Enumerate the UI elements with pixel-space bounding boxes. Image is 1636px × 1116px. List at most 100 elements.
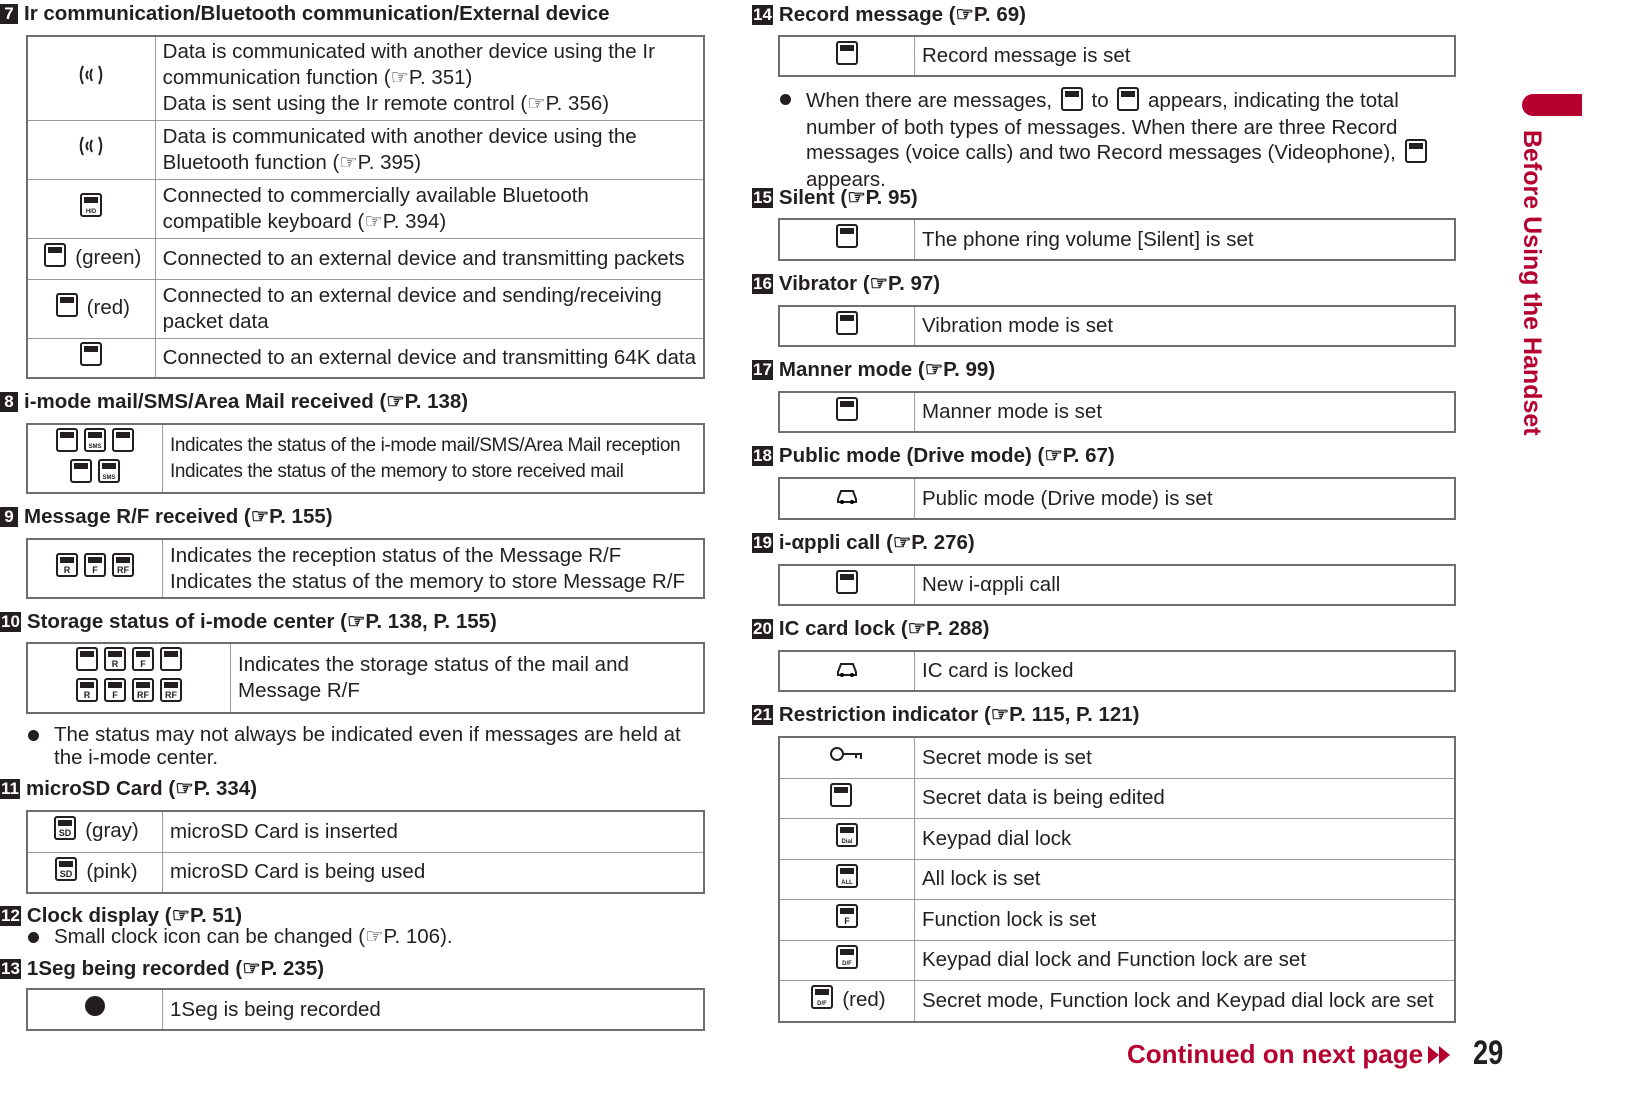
- section-number-marker: 18: [752, 445, 773, 466]
- description-line: packet data: [162, 309, 269, 333]
- description-cell: Indicates the reception status of the Me…: [162, 538, 705, 599]
- icon-cell: (red): [26, 278, 156, 339]
- icon-cell: R F R F RF RF: [26, 642, 231, 714]
- description-cell: Vibration mode is set: [914, 305, 1456, 347]
- silent-icon: [835, 224, 859, 255]
- icon-color-note: (red): [842, 988, 886, 1012]
- description-line: IC card is locked: [922, 659, 1074, 682]
- description-line: Public mode (Drive mode) is set: [922, 486, 1213, 510]
- function-lock-icon: F: [835, 904, 859, 935]
- message-r-icon: R: [55, 553, 79, 584]
- description-line: Secret data is being edited: [922, 786, 1165, 809]
- svg-text:F: F: [140, 659, 146, 669]
- center-mail-icon: [75, 647, 99, 678]
- description-line: Connected to an external device and tran…: [162, 345, 696, 369]
- description-cell: Connected to commercially available Blue…: [154, 178, 705, 239]
- svg-text:D/F: D/F: [818, 1001, 828, 1007]
- bullet-line: When there are messages, to appears, ind…: [806, 87, 1430, 116]
- icon-table: SMS SMS Indicates the status of the i-mode…: [26, 423, 705, 494]
- center-r-icon: R: [103, 647, 127, 678]
- description-cell: Indicates the storage status of the mail…: [230, 642, 705, 714]
- svg-text:R: R: [84, 690, 91, 700]
- section-side-label: Before Using the Handset: [1508, 130, 1548, 490]
- description-cell: microSD Card is being used: [162, 851, 705, 894]
- table-row: Data is communicated with another device…: [26, 119, 705, 180]
- secret-data-edit-icon: [829, 782, 865, 814]
- table-row: D/F (red) Secret mode, Function lock and K…: [778, 979, 1456, 1023]
- table-row: (green) Connected to an external device a…: [26, 237, 705, 280]
- bullet-line: messages (voice calls) and two Record me…: [806, 139, 1430, 168]
- bullet-note: Small clock icon can be changed (☞P. 106…: [28, 925, 453, 948]
- bullet-text: messages (voice calls) and two Record me…: [806, 140, 1402, 164]
- bluetooth-hid-icon: HID: [79, 193, 103, 224]
- svg-text:R: R: [112, 659, 119, 669]
- icon-color-note: (gray): [85, 819, 139, 843]
- section-title: Manner mode (☞P. 99): [778, 358, 996, 381]
- description-line: Connected to an external device and send…: [162, 283, 662, 307]
- icon-table: Secret mode is set Secret data is being e…: [778, 736, 1456, 1023]
- message-rf-icon: RF: [111, 553, 135, 584]
- description-cell: Record message is set: [914, 35, 1456, 77]
- center-r-full-icon: R: [75, 678, 99, 709]
- sms-full-icon: SMS: [97, 458, 121, 490]
- section-title: Ir communication/Bluetooth communication…: [24, 2, 610, 25]
- section-heading: 15 Silent (☞P. 95): [752, 185, 918, 210]
- sidebar-title: Before Using the Handset: [1518, 130, 1546, 436]
- description-cell: Indicates the status of the i-mode mail/…: [162, 423, 705, 494]
- description-line: Data is communicated with another device…: [162, 124, 637, 148]
- table-row: Record message is set: [778, 35, 1456, 77]
- icon-cell: [778, 477, 915, 520]
- table-row: D/F Keypad dial lock and Function lock ar…: [778, 939, 1456, 981]
- table-row: SD (pink) microSD Card is being used: [26, 851, 705, 894]
- mail-icon: [111, 427, 135, 459]
- continued-link[interactable]: Continued on next page: [1127, 1039, 1453, 1070]
- icon-table: New i-αppli call: [778, 564, 1456, 606]
- svg-text:RF: RF: [117, 565, 129, 575]
- icon-cell: [778, 650, 915, 692]
- icon-cell: [778, 564, 915, 606]
- svg-text:SD: SD: [60, 869, 73, 879]
- message-f-icon: F: [83, 553, 107, 584]
- description-cell: All lock is set: [914, 858, 1456, 900]
- description-line: Secret mode, Function lock and Keypad di…: [922, 988, 1434, 1012]
- icon-cell: [26, 337, 156, 379]
- description-cell: Connected to an external device and tran…: [154, 237, 705, 280]
- section-heading: 9 Message R/F received (☞P. 155): [0, 504, 333, 529]
- section-number-marker: 8: [0, 391, 18, 412]
- svg-text:HID: HID: [86, 209, 97, 215]
- vibrator-icon: [835, 310, 859, 342]
- description-cell: Connected to an external device and tran…: [154, 337, 705, 379]
- ir-communication-icon: [79, 63, 103, 94]
- bullet-dot: [28, 730, 39, 741]
- section-number-marker: 16: [752, 273, 773, 294]
- icon-cell: [778, 736, 915, 779]
- table-row: New i-αppli call: [778, 564, 1456, 606]
- section-title: Message R/F received (☞P. 155): [24, 505, 333, 528]
- table-row: Connected to an external device and tran…: [26, 337, 705, 379]
- center-rf-full-icon: RF: [159, 678, 183, 709]
- section-heading: 14 Record message (☞P. 69): [752, 2, 1026, 27]
- page-number: 29: [1473, 1034, 1504, 1072]
- icon-table: R F RF Indicates the reception status of th…: [26, 538, 705, 599]
- bullet-line: The status may not always be indicated e…: [54, 723, 681, 746]
- table-row: F Function lock is set: [778, 898, 1456, 941]
- section-number-marker: 10: [0, 611, 21, 632]
- bullet-line: number of both types of messages. When t…: [806, 116, 1398, 139]
- description-cell: Secret data is being edited: [914, 777, 1456, 819]
- section-number-marker: 17: [752, 359, 773, 380]
- description-line: microSD Card is inserted: [170, 819, 398, 843]
- table-row: SD (gray) microSD Card is inserted: [26, 810, 705, 853]
- iappli-call-icon: [835, 569, 859, 601]
- section-number-marker: 20: [752, 618, 773, 639]
- icon-cell: D/F: [778, 939, 915, 981]
- section-number-marker: 12: [0, 905, 21, 926]
- secret-function-dial-lock-icon: D/F: [810, 985, 834, 1016]
- section-title: Record message (☞P. 69): [778, 3, 1026, 26]
- icon-table: Public mode (Drive mode) is set: [778, 477, 1456, 520]
- description-cell: Secret mode, Function lock and Keypad di…: [914, 979, 1456, 1023]
- icon-table: Manner mode is set: [778, 391, 1456, 433]
- description-line: Vibration mode is set: [922, 314, 1114, 337]
- description-line: New i-αppli call: [922, 573, 1061, 596]
- description-line: Manner mode is set: [922, 400, 1103, 423]
- area-mail-icon: [69, 458, 93, 490]
